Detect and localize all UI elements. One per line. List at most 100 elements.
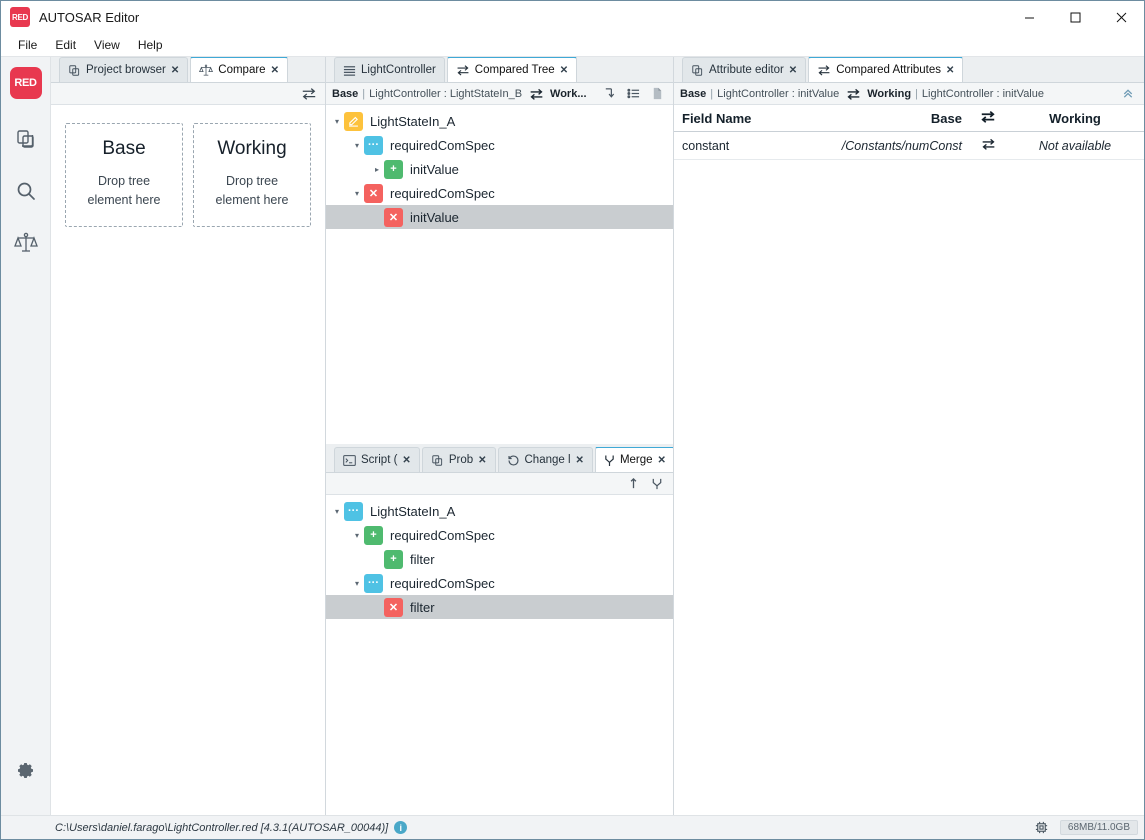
tab-compare[interactable]: Compare ✕ (190, 57, 288, 82)
swap-arrows-icon[interactable] (299, 85, 319, 103)
close-icon[interactable]: ✕ (271, 65, 279, 76)
tree-row[interactable]: ▾ ··· requiredComSpec (326, 571, 673, 595)
status-icon-added: + (364, 525, 383, 545)
rail-item-compare[interactable] (6, 223, 46, 267)
close-icon[interactable]: ✕ (478, 455, 486, 466)
memory-usage[interactable]: 68MB/11.0GB (1059, 820, 1138, 835)
info-icon[interactable]: i (394, 821, 408, 834)
tab-project-browser[interactable]: Project browser ✕ (59, 57, 189, 82)
compared-tree[interactable]: ▾ LightStateIn_A ▾ ··· requiredComSpec ▸… (326, 105, 673, 444)
minimize-button[interactable] (1006, 1, 1052, 33)
rail-logo-icon: RED (9, 67, 42, 99)
tab-lightcontroller[interactable]: LightController (334, 57, 445, 82)
menu-help[interactable]: Help (129, 35, 172, 55)
close-icon[interactable]: ✕ (171, 65, 179, 76)
tab-compared-tree[interactable]: Compared Tree ✕ (446, 57, 578, 82)
swap-arrows-icon[interactable] (843, 85, 863, 103)
attributes-panel: Attribute editor ✕ Compared Attributes ✕… (674, 57, 1144, 815)
swap-arrows-icon (817, 64, 831, 76)
twisty-expanded-icon[interactable]: ▾ (330, 507, 344, 516)
twisty-collapsed-icon[interactable]: ▸ (370, 165, 384, 174)
tree-row[interactable]: ▸ + initValue (326, 157, 673, 181)
tab-label: Merge (619, 454, 653, 466)
status-icon-added: + (384, 549, 403, 569)
twisty-expanded-icon[interactable]: ▾ (350, 531, 364, 540)
swap-arrows-icon (970, 110, 1006, 126)
drop-zones: Base Drop tree element here Working Drop… (51, 105, 325, 245)
working-drop-zone[interactable]: Working Drop tree element here (193, 123, 311, 227)
tab-label: Script ( (361, 454, 398, 466)
maximize-button[interactable] (1052, 1, 1098, 33)
merge-icon[interactable] (647, 475, 667, 493)
swap-arrows-icon[interactable] (970, 138, 1006, 153)
twisty-expanded-icon[interactable]: ▾ (350, 579, 364, 588)
swap-arrows-icon[interactable] (526, 85, 546, 103)
breadcrumb-separator: | (710, 87, 714, 100)
list-icon (343, 64, 356, 77)
close-icon[interactable]: ✕ (560, 65, 568, 76)
tree-row[interactable]: ▾ ✕ requiredComSpec (326, 181, 673, 205)
twisty-expanded-icon[interactable]: ▾ (330, 117, 344, 126)
history-icon (507, 454, 520, 467)
menu-view[interactable]: View (85, 35, 129, 55)
breadcrumb-working-label: Working (867, 87, 912, 100)
tree-row[interactable]: ✕ filter (326, 595, 673, 619)
tree-row-label: requiredComSpec (390, 527, 495, 543)
center-column: LightController Compared Tree ✕ Base | L… (326, 57, 674, 815)
tree-row[interactable]: ▾ ··· LightStateIn_A (326, 499, 673, 523)
up-arrow-icon[interactable] (623, 475, 643, 493)
list-view-icon[interactable] (623, 85, 643, 103)
gear-icon (15, 760, 36, 786)
tree-row[interactable]: ▾ + requiredComSpec (326, 523, 673, 547)
compare-panel-tabstrip: Project browser ✕ Compare ✕ (51, 57, 325, 83)
close-icon[interactable]: ✕ (402, 455, 410, 466)
tab-compared-attributes[interactable]: Compared Attributes ✕ (808, 57, 964, 82)
merge-icon (604, 454, 615, 467)
tree-row[interactable]: ▾ ··· requiredComSpec (326, 133, 673, 157)
twisty-expanded-icon[interactable]: ▾ (350, 141, 364, 150)
tab-problems[interactable]: Prob ✕ (421, 447, 496, 472)
menu-file[interactable]: File (9, 35, 46, 55)
close-icon[interactable]: ✕ (789, 65, 797, 76)
breadcrumb-working-label: Work... (550, 87, 587, 100)
cell-base-value: /Constants/numConst (841, 138, 962, 153)
close-icon[interactable]: ✕ (576, 455, 584, 466)
base-drop-zone[interactable]: Base Drop tree element here (65, 123, 183, 227)
status-icon-deleted: ✕ (384, 207, 403, 227)
project-browser-icon (15, 128, 37, 155)
close-icon[interactable]: ✕ (946, 65, 954, 76)
rail-item-search[interactable] (6, 171, 46, 215)
table-row[interactable]: constant /Constants/numConst Not availab… (674, 132, 1144, 160)
tree-row[interactable]: + filter (326, 547, 673, 571)
tree-row-label: requiredComSpec (390, 575, 495, 591)
app-logo-icon: RED (10, 7, 30, 27)
merge-tree[interactable]: ▾ ··· LightStateIn_A ▾ + requiredComSpec… (326, 495, 673, 815)
chevron-up-double-icon[interactable] (1118, 85, 1138, 103)
menu-edit[interactable]: Edit (46, 35, 85, 55)
project-browser-icon (431, 454, 444, 467)
memory-icon[interactable] (1032, 819, 1052, 837)
document-icon[interactable] (647, 85, 667, 103)
tree-row[interactable]: ▾ LightStateIn_A (326, 109, 673, 133)
merge-panel-tabstrip: Script ( ✕ Prob ✕ Change l ✕ Merge ✕ (326, 447, 673, 473)
compare-icon (13, 232, 38, 259)
collapse-down-icon[interactable] (599, 85, 619, 103)
tab-label: Project browser (86, 64, 166, 76)
base-drop-zone-hint-line1: Drop tree (97, 174, 151, 188)
compare-panel: Project browser ✕ Compare ✕ Base Drop tr… (51, 57, 326, 815)
search-icon (15, 180, 37, 207)
tab-script-console[interactable]: Script ( ✕ (334, 447, 420, 472)
close-button[interactable] (1098, 1, 1144, 33)
close-icon[interactable]: ✕ (658, 455, 666, 466)
twisty-expanded-icon[interactable]: ▾ (350, 189, 364, 198)
cell-working-value: Not available (1038, 138, 1112, 153)
breadcrumb-base-label: Base (332, 87, 359, 100)
rail-item-settings[interactable] (6, 751, 46, 795)
tree-row[interactable]: ✕ initValue (326, 205, 673, 229)
tab-change-log[interactable]: Change l ✕ (497, 447, 593, 472)
tab-attribute-editor[interactable]: Attribute editor ✕ (682, 57, 807, 82)
project-browser-icon (68, 64, 81, 77)
tab-merge[interactable]: Merge ✕ (594, 447, 673, 472)
rail-item-project-browser[interactable] (6, 119, 46, 163)
breadcrumb-working-path: LightController : initValue (921, 87, 1044, 100)
